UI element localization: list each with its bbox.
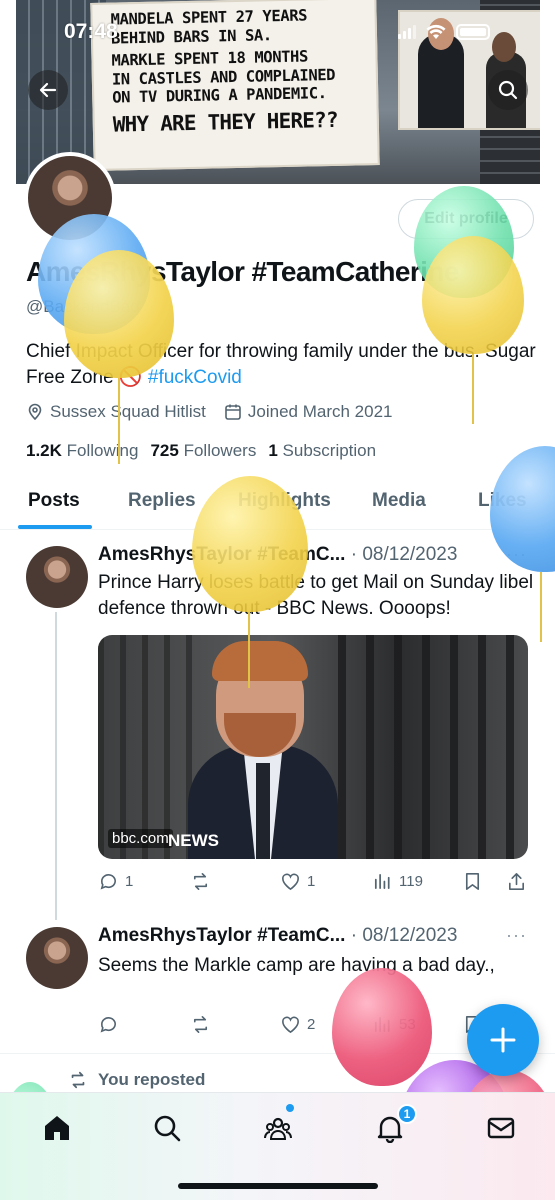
tweet-author-name[interactable]: AmesRhysTaylor #TeamC...	[98, 544, 345, 565]
active-tab-indicator	[18, 525, 92, 529]
like-count: 2	[307, 1016, 316, 1033]
repost-icon	[71, 1071, 85, 1089]
communities-icon[interactable]	[263, 1113, 293, 1143]
tweet-date: · 08/12/2023	[350, 544, 458, 565]
search-button[interactable]	[488, 70, 528, 110]
like-button[interactable]: 1	[280, 871, 315, 892]
profile-handle: @BackandBad	[26, 297, 140, 316]
tweet-actions: 1 1 119	[98, 871, 528, 895]
views-button[interactable]: 119	[372, 871, 423, 892]
reply-button[interactable]: 1	[98, 871, 133, 892]
like-button[interactable]: 2	[280, 1014, 315, 1035]
profile-stats: 1.2K Following 725 Followers 1 Subscript…	[26, 441, 376, 461]
location-text: Sussex Squad Hitlist	[50, 402, 206, 421]
tab-highlights[interactable]: Highlights	[238, 490, 331, 512]
views-button[interactable]: 53	[372, 1014, 416, 1035]
tweet-date: · 08/12/2023	[350, 925, 458, 946]
subscription-count: 1	[268, 441, 278, 460]
views-chart-icon	[374, 1016, 390, 1033]
subscriptions-link[interactable]: 1 Subscription	[268, 441, 376, 461]
tweet-more-button[interactable]: ···	[506, 925, 527, 946]
reply-icon	[100, 874, 116, 890]
search-icon[interactable]	[152, 1113, 182, 1143]
views-count: 119	[399, 873, 423, 890]
communities-indicator-dot	[286, 1104, 294, 1112]
tweet-text: Prince Harry loses battle to get Mail on…	[98, 572, 534, 619]
notification-count-badge: 1	[397, 1104, 417, 1124]
sign-line: on TV during a pandemic.	[112, 84, 327, 107]
reply-button[interactable]	[98, 1014, 119, 1035]
tweet-header: AmesRhysTaylor #TeamC... · 08/12/2023	[98, 925, 457, 947]
following-label: Following	[66, 441, 139, 460]
location-pin-icon	[28, 403, 42, 421]
views-count: 53	[399, 1016, 416, 1033]
profile-tabs: Posts Replies Highlights Media Likes	[0, 478, 555, 530]
followers-link[interactable]: 725 Followers	[150, 441, 256, 461]
tweet-actions: 2 53	[98, 1014, 528, 1038]
repost-icon	[193, 1016, 208, 1033]
profile-joined: Joined March 2021	[224, 402, 393, 422]
sign-line: Why are they here??	[112, 107, 339, 137]
followers-label: Followers	[183, 441, 257, 460]
repost-button[interactable]	[190, 1014, 211, 1035]
profile-location: Sussex Squad Hitlist	[26, 402, 206, 422]
views-chart-icon	[374, 873, 390, 890]
repost-icon	[193, 873, 208, 890]
edit-profile-button[interactable]: Edit profile	[398, 199, 534, 239]
following-link[interactable]: 1.2K Following	[26, 441, 138, 461]
compose-post-button[interactable]	[467, 1004, 539, 1076]
reply-count: 1	[125, 873, 134, 890]
tweet-avatar[interactable]	[26, 546, 88, 608]
plus-icon	[490, 1027, 516, 1053]
bookmark-icon	[465, 873, 480, 890]
search-icon	[498, 80, 518, 100]
media-brand-text: NEWS	[168, 831, 219, 850]
media-source-badge: bbc.com	[108, 829, 173, 848]
profile-display-name: AmesRhysTaylor #TeamCatherine	[26, 256, 459, 287]
home-indicator-bar[interactable]	[178, 1183, 378, 1189]
back-arrow-icon	[39, 82, 57, 98]
like-count: 1	[307, 873, 316, 890]
calendar-icon	[225, 404, 241, 420]
followers-count: 725	[150, 441, 179, 460]
cellular-signal-icon	[398, 25, 416, 39]
banner-protest-sign: Mandela spent 27 years behind bars in SA…	[90, 0, 380, 171]
bookmark-button[interactable]	[462, 871, 483, 892]
thread-line	[55, 612, 57, 920]
repost-button[interactable]	[190, 871, 211, 892]
profile-avatar[interactable]	[24, 152, 116, 244]
heart-icon	[282, 1016, 299, 1034]
profile-meta: Sussex Squad Hitlist Joined March 2021	[26, 402, 393, 422]
tweet-media-image[interactable]: bbc.com NEWS	[98, 635, 528, 859]
tweet-avatar[interactable]	[26, 927, 88, 989]
profile-bio: Chief Impact Officer for throwing family…	[26, 339, 536, 391]
wifi-icon	[426, 24, 446, 39]
repost-indicator: You reposted	[68, 1070, 205, 1090]
joined-text: Joined March 2021	[247, 402, 393, 421]
tab-posts[interactable]: Posts	[28, 490, 80, 512]
back-button[interactable]	[28, 70, 68, 110]
tweet-header: AmesRhysTaylor #TeamC... · 08/12/2023	[98, 544, 457, 566]
tab-replies[interactable]: Replies	[128, 490, 196, 512]
tweet-more-button[interactable]: ···	[506, 544, 527, 565]
messages-icon[interactable]	[486, 1113, 516, 1143]
tab-likes[interactable]: Likes	[478, 490, 527, 512]
share-button[interactable]	[506, 871, 527, 892]
heart-icon	[282, 873, 299, 891]
reply-icon	[100, 1017, 116, 1033]
following-count: 1.2K	[26, 441, 62, 460]
battery-icon	[456, 24, 490, 40]
share-icon	[509, 873, 524, 890]
tab-media[interactable]: Media	[372, 490, 426, 512]
tweet-text: Seems the Markle camp are having a bad d…	[98, 955, 495, 976]
status-time: 07:48	[64, 20, 118, 43]
status-icons	[398, 24, 490, 40]
tweet-author-name[interactable]: AmesRhysTaylor #TeamC...	[98, 925, 345, 946]
bio-hashtag-link[interactable]: #fuckCovid	[148, 367, 242, 388]
bio-text: Chief Impact Officer for throwing family…	[26, 341, 536, 388]
subscription-label: Subscription	[282, 441, 377, 460]
home-icon[interactable]	[42, 1113, 72, 1143]
repost-indicator-text: You reposted	[98, 1070, 206, 1089]
